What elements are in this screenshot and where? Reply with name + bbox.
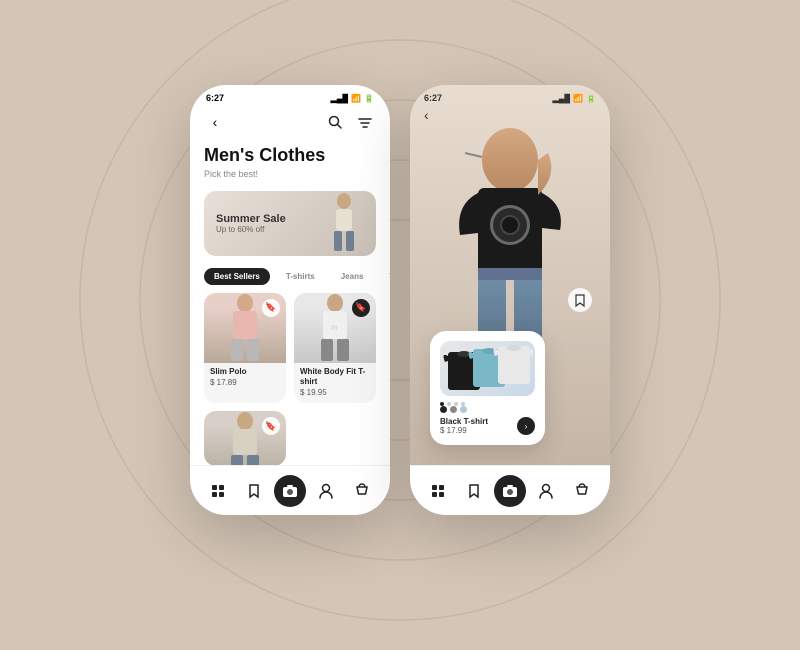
category-tabs: Best Sellers T-shirts Jeans Trousers [190,264,390,293]
page-header: Men's Clothes Pick the best! [190,141,390,187]
product-price-white: $ 19.95 [300,388,370,397]
signal-icon: ▂▄█ [331,94,349,103]
product-name-white: White Body Fit T-shirt [300,367,370,388]
product-name-polo: Slim Polo [210,367,280,377]
filter-button[interactable] [354,111,376,133]
nav-home[interactable] [202,475,234,507]
nav-camera[interactable] [274,475,306,507]
nav-cart[interactable] [346,475,378,507]
bottom-nav-left [190,465,390,515]
signal-icon-right: ▂▄█ [553,94,571,103]
lens-inner [500,215,520,235]
nav-right-icons [324,111,376,133]
battery-icon-right: 🔋 [586,94,596,103]
status-icons-right: ▂▄█ 📶 🔋 [553,93,596,103]
tab-jeans[interactable]: Jeans [331,268,374,285]
bookmark-white[interactable]: 🔖 [352,299,370,317]
svg-text:m: m [331,323,338,332]
page-title: Men's Clothes [204,145,376,167]
popup-product-price: $ 17.99 [440,426,488,435]
banner-figure [324,193,364,253]
product-popup: Black T-shirt $ 17.99 › [430,331,545,445]
back-button-right[interactable]: ‹ [424,107,429,123]
page-subtitle: Pick the best! [204,169,376,179]
popup-product-image [440,341,535,396]
search-button[interactable] [324,111,346,133]
product-price-polo: $ 17.89 [210,378,280,387]
phone-right: 6:27 ▂▄█ 📶 🔋 ‹ [410,85,610,515]
time-right: 6:27 [424,93,442,103]
time-left: 6:27 [206,93,224,103]
popup-product-name: Black T-shirt [440,417,488,426]
product-card-trousers[interactable]: 🔖 [204,411,286,466]
popup-footer: Black T-shirt $ 17.99 › [440,417,535,435]
product-card-polo[interactable]: 🔖 Slim Polo $ 17.89 [204,293,286,404]
battery-icon: 🔋 [364,94,374,103]
status-bar-right: 6:27 ▂▄█ 📶 🔋 [410,85,610,107]
nav-camera-right[interactable] [494,475,526,507]
bookmark-polo[interactable]: 🔖 [262,299,280,317]
color-blue[interactable] [460,406,467,413]
color-gray[interactable] [450,406,457,413]
nav-profile[interactable] [310,475,342,507]
tab-trousers[interactable]: Trousers [379,268,390,285]
phones-container: 6:27 ▂▄█ 📶 🔋 ‹ [190,85,610,515]
banner-subtitle: Up to 60% off [216,225,286,234]
product-info-polo: Slim Polo $ 17.89 [204,363,286,393]
nav-profile-right[interactable] [530,475,562,507]
status-icons-left: ▂▄█ 📶 🔋 [331,94,374,103]
products-grid: 🔖 Slim Polo $ 17.89 m 🔖 [190,293,390,467]
tab-best-sellers[interactable]: Best Sellers [204,268,270,285]
bottom-nav-right [410,465,610,515]
popup-action-button[interactable]: › [517,417,535,435]
back-button[interactable]: ‹ [204,111,226,133]
bookmark-right[interactable] [568,288,592,312]
tab-tshirts[interactable]: T-shirts [276,268,325,285]
nav-bookmark-right[interactable] [458,475,490,507]
nav-bar-left: ‹ [190,107,390,141]
color-black[interactable] [440,406,447,413]
camera-lens[interactable] [490,205,530,245]
banner-title: Summer Sale [216,213,286,225]
nav-home-right[interactable] [422,475,454,507]
wifi-icon: 📶 [351,94,361,103]
phone-left: 6:27 ▂▄█ 📶 🔋 ‹ [190,85,390,515]
sale-banner[interactable]: Summer Sale Up to 60% off [204,191,376,256]
nav-bookmark[interactable] [238,475,270,507]
color-options [440,406,535,413]
product-info-white: White Body Fit T-shirt $ 19.95 [294,363,376,404]
popup-product-details: Black T-shirt $ 17.99 [440,417,488,435]
banner-text: Summer Sale Up to 60% off [216,213,286,234]
dot-2 [447,402,451,406]
status-bar-left: 6:27 ▂▄█ 📶 🔋 [190,85,390,107]
nav-cart-right[interactable] [566,475,598,507]
product-card-white[interactable]: m 🔖 White Body Fit T-shirt $ 19.95 [294,293,376,404]
wifi-icon-right: 📶 [573,94,583,103]
